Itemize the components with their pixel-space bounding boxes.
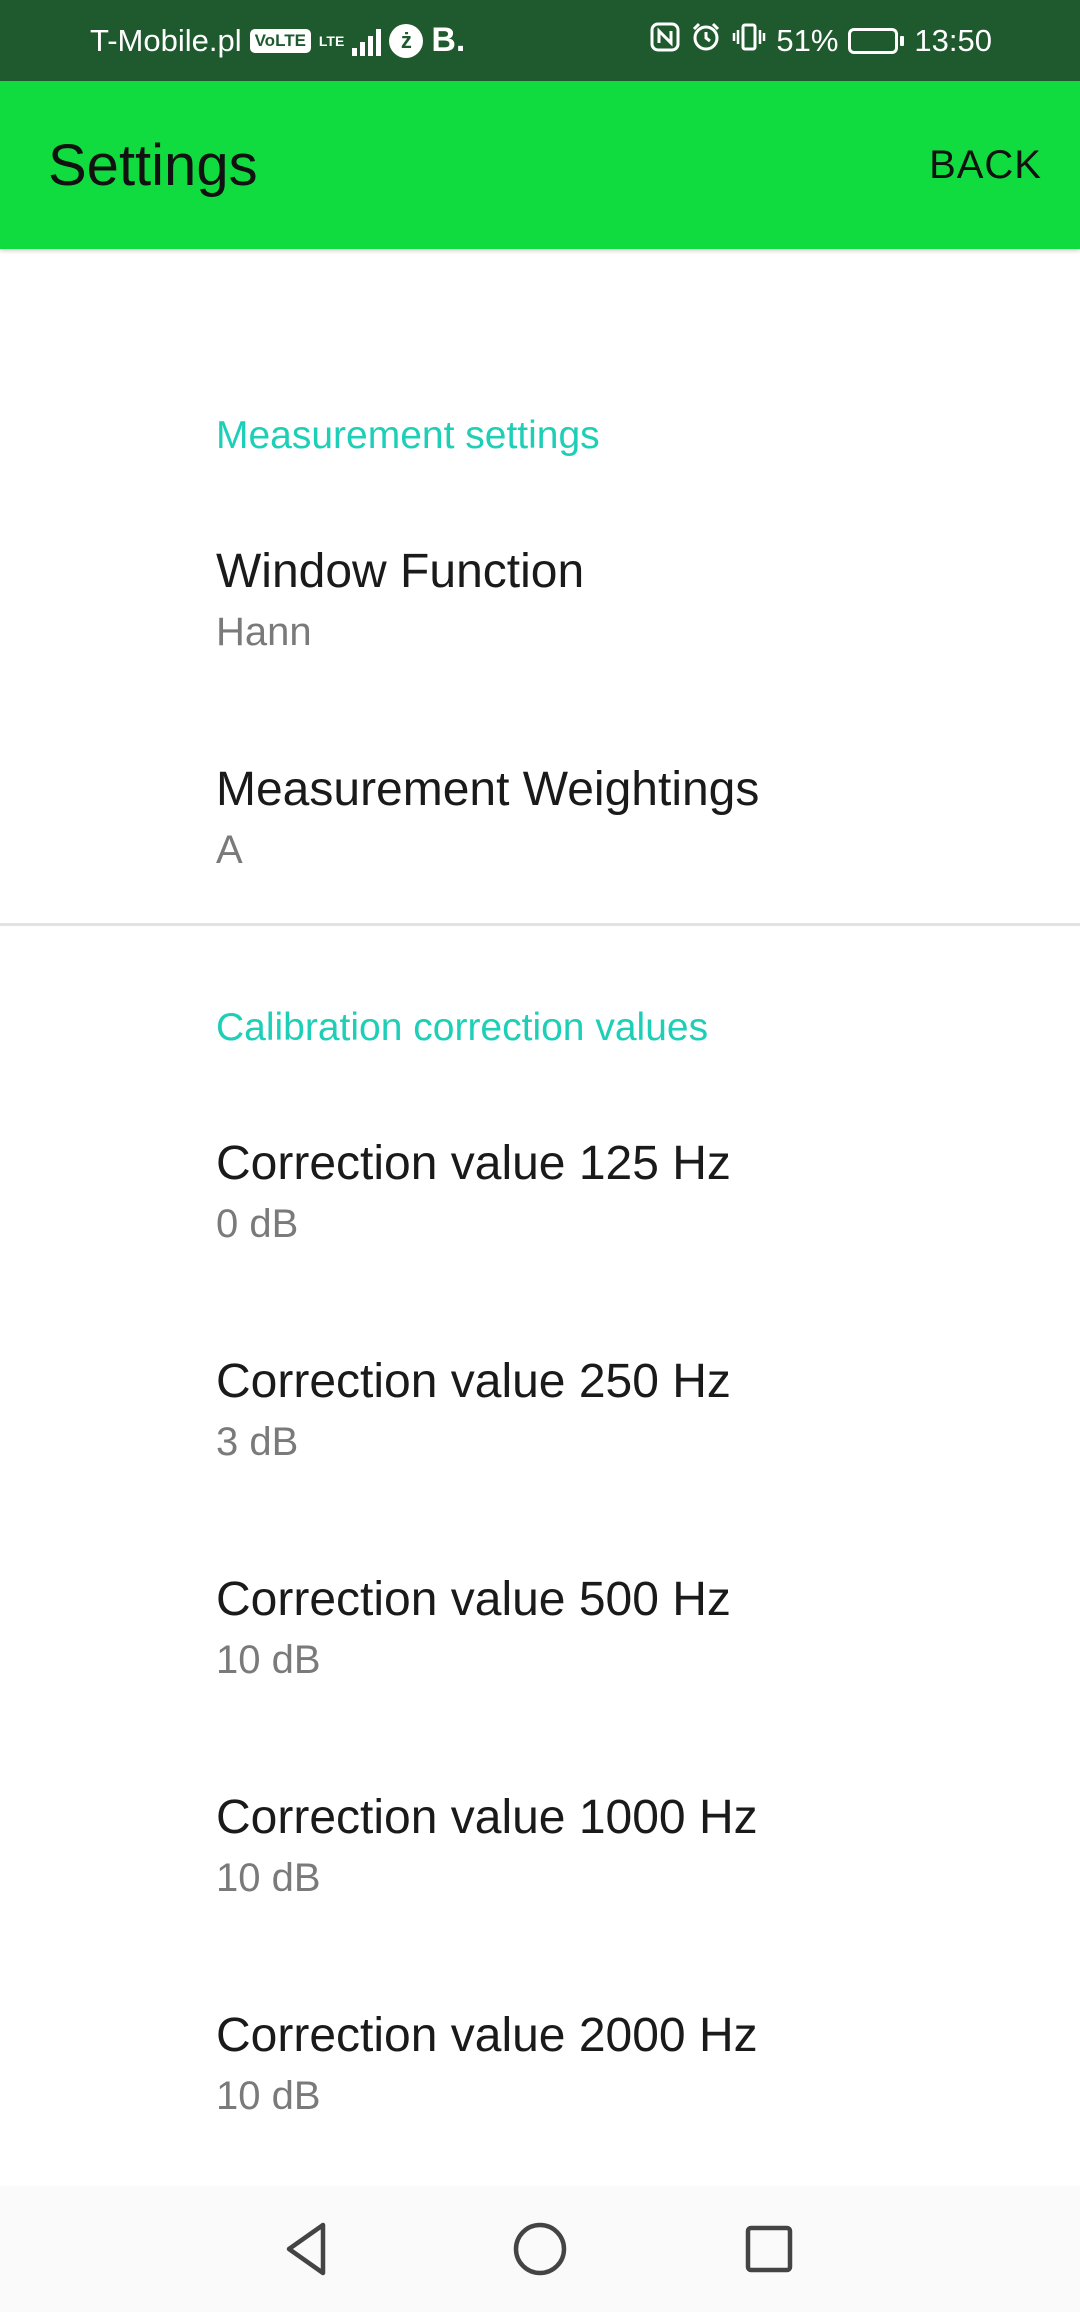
pref-summary: A [216, 828, 243, 872]
status-left: T-Mobile.pl VoLTE LTE ż B. [90, 0, 465, 81]
zabka-app-icon: ż [389, 23, 424, 58]
section-header-measurement: Measurement settings [216, 414, 600, 457]
pref-correction-250hz[interactable]: Correction value 250 Hz 3 dB [0, 1354, 1080, 1554]
pref-correction-1000hz[interactable]: Correction value 1000 Hz 10 dB [0, 1790, 1080, 1990]
clock: 13:50 [914, 22, 992, 58]
app-bar: Settings BACK [0, 81, 1080, 249]
pref-correction-2000hz[interactable]: Correction value 2000 Hz 10 dB [0, 2008, 1080, 2208]
home-circle-icon[interactable] [505, 2214, 575, 2284]
volte-icon: VoLTE [249, 28, 311, 53]
pref-summary: 10 dB [216, 1638, 321, 1682]
pref-title: Correction value 125 Hz [216, 1137, 731, 1190]
pref-correction-125hz[interactable]: Correction value 125 Hz 0 dB [0, 1136, 1080, 1336]
alarm-icon [690, 21, 722, 61]
pref-measurement-weightings[interactable]: Measurement Weightings A [0, 762, 1080, 962]
pref-title: Correction value 500 Hz [216, 1573, 731, 1626]
page-title: Settings [48, 132, 258, 198]
pref-summary: 3 dB [216, 1420, 299, 1464]
recents-square-icon[interactable] [734, 2214, 804, 2284]
status-bar: T-Mobile.pl VoLTE LTE ż B. 51% 13:50 [0, 0, 1080, 81]
status-right: 51% 13:50 [650, 0, 992, 81]
pref-correction-500hz[interactable]: Correction value 500 Hz 10 dB [0, 1572, 1080, 1772]
booking-app-icon: B. [431, 21, 466, 59]
back-button[interactable]: BACK [929, 81, 1042, 249]
signal-icon [352, 26, 382, 56]
pref-title: Correction value 2000 Hz [216, 2009, 758, 2062]
battery-percent: 51% [776, 22, 839, 58]
pref-summary: 10 dB [216, 2074, 321, 2118]
vibrate-icon [732, 22, 766, 60]
pref-title: Correction value 250 Hz [216, 1355, 731, 1408]
carrier-label: T-Mobile.pl [90, 22, 242, 58]
pref-summary: 0 dB [216, 1202, 299, 1246]
back-triangle-icon[interactable] [272, 2214, 342, 2284]
pref-window-function[interactable]: Window Function Hann [0, 544, 1080, 744]
battery-icon [848, 27, 905, 54]
nfc-icon [650, 22, 680, 60]
pref-summary: 10 dB [216, 1856, 321, 1900]
lte-icon: LTE [318, 32, 345, 49]
section-divider [0, 923, 1080, 926]
section-header-calibration: Calibration correction values [216, 1006, 709, 1049]
pref-title: Correction value 1000 Hz [216, 1791, 758, 1844]
pref-title: Window Function [216, 545, 585, 598]
pref-title: Measurement Weightings [216, 763, 760, 816]
navigation-bar [0, 2186, 1080, 2312]
pref-summary: Hann [216, 610, 312, 654]
